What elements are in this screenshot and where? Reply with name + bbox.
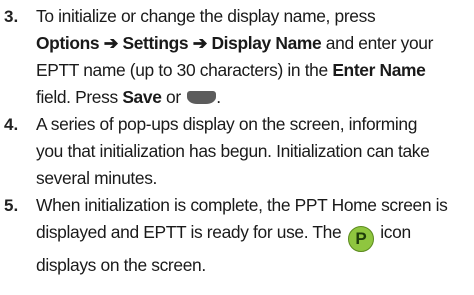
text-fragment: . <box>216 87 221 107</box>
ptt-p-icon: P <box>347 226 374 252</box>
text-line: A series of pop-ups display on the scree… <box>36 114 418 134</box>
text-fragment: or <box>161 87 186 107</box>
text-line: EPTT name (up to 30 characters) in the E… <box>36 57 470 84</box>
menu-display-name: Display Name <box>211 33 322 53</box>
field-enter-name: Enter Name <box>332 60 426 80</box>
menu-settings: Settings <box>122 33 189 53</box>
step-5: 5. When initialization is complete, the … <box>0 192 474 292</box>
text-fragment: field. Press <box>36 87 123 107</box>
step-number: 5. <box>4 196 19 215</box>
text-line: you that initialization has begun. Initi… <box>36 141 430 161</box>
text-fragment: icon <box>375 222 411 242</box>
text-line: several minutes. <box>36 168 158 188</box>
arrow-icon: ➔ <box>192 33 208 53</box>
menu-options: Options <box>36 33 100 53</box>
text-line: displayed and EPTT is ready for use. The… <box>36 219 470 252</box>
step-text: A series of pop-ups display on the scree… <box>36 111 470 192</box>
step-number: 4. <box>4 115 19 134</box>
text-fragment: displayed and EPTT is ready for use. The <box>36 222 346 242</box>
manual-page: 3. To initialize or change the display n… <box>0 0 474 295</box>
step-text: When initialization is complete, the PPT… <box>36 192 470 279</box>
text-line: field. Press Save or . <box>36 84 470 111</box>
text-line: Options ➔ Settings ➔ Display Name and en… <box>36 30 470 57</box>
step-3: 3. To initialize or change the display n… <box>0 3 474 111</box>
arrow-icon: ➔ <box>103 33 119 53</box>
text-fragment: EPTT name (up to 30 characters) in the <box>36 60 333 80</box>
step-text: To initialize or change the display name… <box>36 3 470 111</box>
step-4: 4. A series of pop-ups display on the sc… <box>0 111 474 192</box>
text-line: To initialize or change the display name… <box>36 6 376 26</box>
text-fragment: and enter your <box>321 33 434 53</box>
menu-softkey-icon <box>187 91 217 104</box>
text-line: displays on the screen. <box>36 255 206 275</box>
step-number: 3. <box>4 7 19 26</box>
text-line: When initialization is complete, the PPT… <box>36 195 448 215</box>
save-label: Save <box>122 87 162 107</box>
